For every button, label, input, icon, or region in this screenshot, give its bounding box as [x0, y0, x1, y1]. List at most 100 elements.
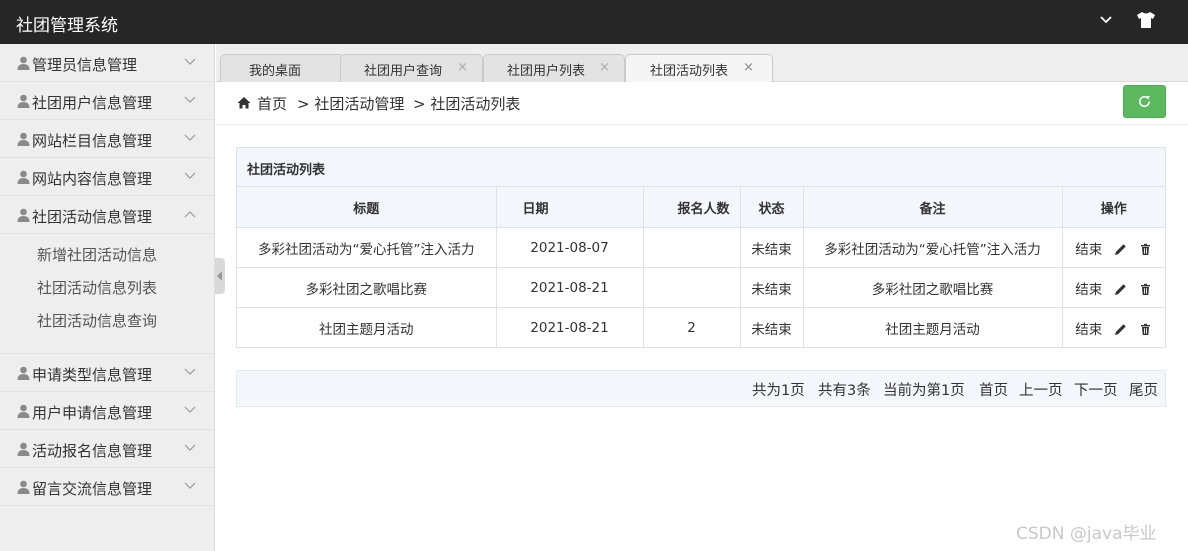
col-header-date: 日期 [496, 187, 644, 228]
cell-date: 2021-08-07 [496, 227, 644, 268]
watermark: CSDN @java毕业 [1016, 524, 1157, 544]
tab-bar: 我的桌面 社团用户查询 × 社团用户列表 × 社团活动列表 × [216, 44, 1188, 83]
user-icon [17, 480, 30, 494]
cell-title: 多彩社团活动为“爱心托管”注入活力 [237, 227, 497, 268]
activity-list-panel: 社团活动列表 标题 日期 报名人数 状态 备注 操作 多彩社团活动为“爱心托管”… [236, 147, 1166, 348]
breadcrumb-home[interactable]: 首页 [257, 93, 287, 114]
sidebar-group[interactable]: 社团用户信息管理 [0, 82, 214, 120]
user-icon [17, 366, 30, 380]
end-activity-link[interactable]: 结束 [1075, 322, 1102, 338]
chevron-down-icon [184, 444, 196, 451]
sidebar-group-label: 申请类型信息管理 [32, 366, 153, 384]
chevron-down-icon [184, 58, 196, 65]
cell-status: 未结束 [740, 267, 804, 308]
cell-count [643, 227, 741, 268]
breadcrumb-level1[interactable]: > 社团活动管理 [297, 93, 404, 114]
sidebar-subitem[interactable]: 社团活动信息查询 [37, 310, 157, 331]
home-icon [237, 97, 251, 109]
sidebar-group[interactable]: 申请类型信息管理 [0, 354, 214, 392]
sidebar-submenu: 新增社团活动信息 社团活动信息列表 社团活动信息查询 [0, 234, 214, 354]
tab-label: 社团用户列表 [507, 64, 586, 79]
cell-title: 社团主题月活动 [237, 307, 497, 347]
refresh-button[interactable] [1123, 85, 1166, 118]
chevron-up-icon [184, 211, 196, 218]
cell-status: 未结束 [740, 227, 804, 268]
cell-date: 2021-08-21 [496, 307, 644, 347]
tab-club-activity-list[interactable]: 社团活动列表 × [625, 54, 773, 83]
close-icon[interactable]: × [599, 60, 610, 75]
tshirt-icon[interactable] [1136, 11, 1156, 29]
tab-my-desktop[interactable]: 我的桌面 [220, 54, 344, 82]
sidebar-subitem[interactable]: 新增社团活动信息 [37, 244, 157, 265]
tab-club-user-query[interactable]: 社团用户查询 × [340, 54, 483, 82]
table-header-row: 标题 日期 报名人数 状态 备注 操作 [237, 187, 1165, 228]
sidebar-group-label: 留言交流信息管理 [32, 480, 153, 498]
pencil-icon[interactable] [1114, 283, 1127, 296]
pager-last-link[interactable]: 尾页 [1129, 379, 1158, 400]
sidebar: 管理员信息管理 社团用户信息管理网站栏目信息管理 网站内容信息管理 社团活动信息管理新… [0, 44, 215, 551]
cell-date: 2021-08-21 [496, 267, 644, 308]
trash-icon[interactable] [1139, 243, 1152, 256]
chevron-down-icon [184, 406, 196, 413]
sidebar-group[interactable]: 管理员信息管理 [0, 44, 214, 82]
chevron-down-icon [184, 172, 196, 179]
user-icon [17, 56, 30, 70]
user-icon [17, 404, 30, 418]
table-row: 多彩社团活动为“爱心托管”注入活力 2021-08-07 未结束 多彩社团活动为“爱心… [237, 227, 1165, 268]
table-row: 多彩社团之歌唱比赛 2021-08-21 未结束 多彩社团之歌唱比赛 结束 [237, 267, 1165, 308]
col-header-status: 状态 [740, 187, 804, 228]
sidebar-group-label: 网站内容信息管理 [32, 170, 153, 188]
sidebar-group[interactable]: 活动报名信息管理 [0, 430, 214, 468]
cell-status: 未结束 [740, 307, 804, 347]
chevron-down-icon [184, 368, 196, 375]
chevron-left-icon [217, 271, 222, 281]
user-icon [17, 442, 30, 456]
sidebar-collapse-handle[interactable] [215, 258, 225, 294]
chevron-down-icon [184, 96, 196, 103]
chevron-down-icon[interactable] [1098, 12, 1114, 28]
cell-note: 多彩社团之歌唱比赛 [803, 267, 1063, 308]
sidebar-subitem[interactable]: 社团活动信息列表 [37, 277, 157, 298]
chevron-down-icon [184, 134, 196, 141]
sidebar-group[interactable]: 用户申请信息管理 [0, 392, 214, 430]
pager-prev-link[interactable]: 上一页 [1019, 379, 1063, 400]
cell-count: 2 [643, 307, 741, 347]
sidebar-group-label: 用户申请信息管理 [32, 404, 153, 422]
tab-club-user-list[interactable]: 社团用户列表 × [483, 54, 625, 82]
col-header-count: 报名人数 [643, 187, 741, 228]
end-activity-link[interactable]: 结束 [1075, 282, 1102, 298]
panel-title: 社团活动列表 [247, 163, 326, 178]
close-icon[interactable]: × [457, 60, 468, 75]
app-title: 社团管理系统 [16, 16, 118, 36]
pagination: 共为1页 共有3条 当前为第1页 首页 上一页 下一页 尾页 [236, 370, 1166, 407]
close-icon[interactable]: × [743, 60, 754, 75]
sidebar-group[interactable]: 留言交流信息管理 [0, 468, 214, 506]
breadcrumb: 首页 > 社团活动管理 > 社团活动列表 [216, 82, 1188, 125]
trash-icon[interactable] [1139, 283, 1152, 296]
pager-first-link[interactable]: 首页 [979, 379, 1008, 400]
cell-actions: 结束 [1062, 227, 1165, 268]
sidebar-group[interactable]: 网站栏目信息管理 [0, 120, 214, 158]
refresh-icon [1139, 95, 1151, 108]
cell-actions: 结束 [1062, 308, 1165, 348]
col-header-actions: 操作 [1062, 187, 1165, 228]
pager-next-link[interactable]: 下一页 [1074, 379, 1118, 400]
sidebar-group-label: 网站栏目信息管理 [32, 132, 153, 150]
sidebar-group[interactable]: 网站内容信息管理 [0, 158, 214, 196]
pencil-icon[interactable] [1114, 243, 1127, 256]
user-icon [17, 170, 30, 184]
sidebar-group-expanded[interactable]: 社团活动信息管理 [0, 196, 214, 234]
sidebar-group-label: 社团活动信息管理 [32, 208, 153, 226]
user-icon [17, 94, 30, 108]
sidebar-group-label: 活动报名信息管理 [32, 442, 153, 460]
pencil-icon[interactable] [1114, 323, 1127, 336]
cell-actions: 结束 [1062, 267, 1165, 308]
chevron-down-icon [184, 482, 196, 489]
trash-icon[interactable] [1139, 323, 1152, 336]
activity-table: 标题 日期 报名人数 状态 备注 操作 多彩社团活动为“爱心托管”注入活力 202… [237, 187, 1165, 347]
tab-label: 社团用户查询 [364, 64, 443, 79]
pager-total-pages: 共为1页 [752, 383, 805, 399]
tab-label: 我的桌面 [249, 64, 302, 79]
panel-header: 社团活动列表 [237, 148, 1165, 187]
end-activity-link[interactable]: 结束 [1075, 242, 1102, 258]
